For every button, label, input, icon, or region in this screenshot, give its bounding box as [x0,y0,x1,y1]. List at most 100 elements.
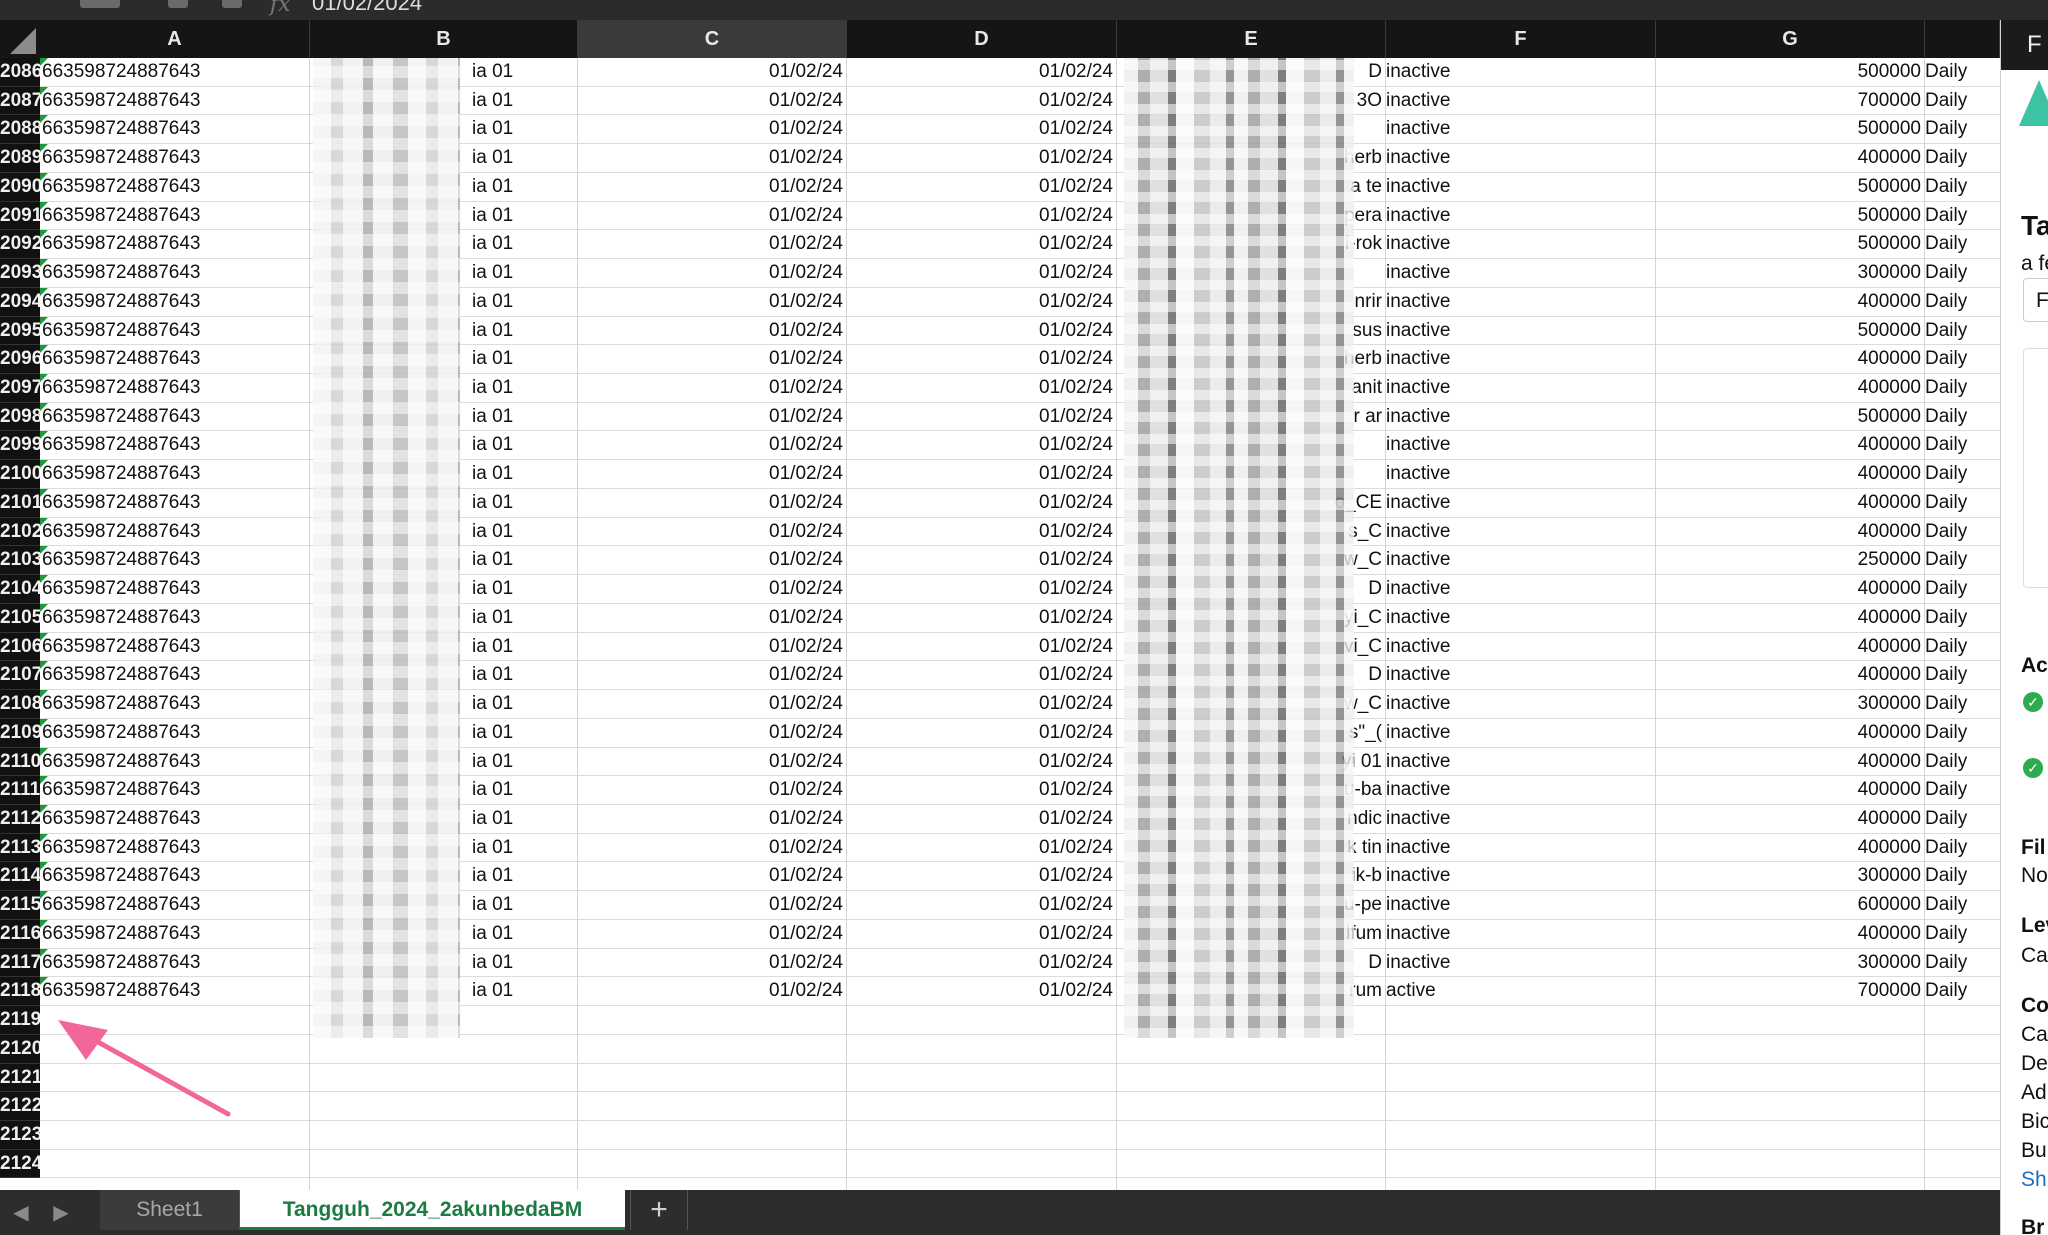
cell-d[interactable]: 01/02/24 [847,317,1117,345]
cell-d[interactable]: 01/02/24 [847,604,1117,632]
pane-field[interactable]: F [2023,278,2048,322]
cell-h[interactable]: Daily [1925,288,2000,316]
cell-h[interactable]: Daily [1925,633,2000,661]
cell-h[interactable]: Daily [1925,891,2000,919]
cell-b[interactable]: ia 01 [472,345,578,373]
cell-g[interactable] [1656,1092,1925,1120]
cell-c[interactable]: 01/02/24 [578,719,847,747]
cell-g[interactable]: 400000 [1656,345,1925,373]
cell-f[interactable]: inactive [1386,489,1656,517]
cell-g[interactable]: 400000 [1656,748,1925,776]
cell-g[interactable]: 500000 [1656,230,1925,258]
cell-b[interactable]: ia 01 [472,776,578,804]
cell-g[interactable]: 400000 [1656,719,1925,747]
cell-c[interactable]: 01/02/24 [578,317,847,345]
cell-f[interactable]: inactive [1386,920,1656,948]
cell-c[interactable]: 01/02/24 [578,403,847,431]
cell-c[interactable] [578,1006,847,1034]
cell-b[interactable]: ia 01 [472,920,578,948]
cell-b[interactable]: ia 01 [472,173,578,201]
column-header-g[interactable]: G [1656,20,1925,58]
cell-c[interactable]: 01/02/24 [578,489,847,517]
cell-g[interactable] [1656,1035,1925,1063]
cell-d[interactable]: 01/02/24 [847,403,1117,431]
cell-f[interactable]: inactive [1386,949,1656,977]
cell-f[interactable]: inactive [1386,58,1656,86]
cell-b[interactable]: ia 01 [472,546,578,574]
cell-g[interactable]: 400000 [1656,460,1925,488]
cell-g[interactable]: 400000 [1656,575,1925,603]
cell-c[interactable]: 01/02/24 [578,173,847,201]
cell-c[interactable]: 01/02/24 [578,259,847,287]
cell-g[interactable]: 400000 [1656,834,1925,862]
cell-g[interactable]: 300000 [1656,862,1925,890]
tab-sheet1[interactable]: Sheet1 [100,1190,240,1230]
cell-f[interactable]: inactive [1386,862,1656,890]
cell-e[interactable] [1300,1092,1386,1120]
cell-h[interactable]: Daily [1925,460,2000,488]
cell-c[interactable]: 01/02/24 [578,604,847,632]
cell-d[interactable]: 01/02/24 [847,633,1117,661]
cell-h[interactable]: Daily [1925,230,2000,258]
cell-f[interactable]: inactive [1386,575,1656,603]
cell-h[interactable]: Daily [1925,546,2000,574]
cell-c[interactable]: 01/02/24 [578,748,847,776]
cell-b[interactable]: ia 01 [472,87,578,115]
cell-f[interactable]: inactive [1386,374,1656,402]
cell-h[interactable]: Daily [1925,776,2000,804]
cell-c[interactable]: 01/02/24 [578,690,847,718]
cell-d[interactable] [847,1064,1117,1092]
cell-h[interactable]: Daily [1925,173,2000,201]
cell-g[interactable]: 400000 [1656,518,1925,546]
cell-b[interactable]: ia 01 [472,115,578,143]
cell-d[interactable]: 01/02/24 [847,202,1117,230]
cell-b[interactable]: ia 01 [472,259,578,287]
cell-d[interactable]: 01/02/24 [847,748,1117,776]
cell-f[interactable]: inactive [1386,460,1656,488]
cell-b[interactable]: ia 01 [472,977,578,1005]
cell-g[interactable]: 400000 [1656,604,1925,632]
cell-c[interactable]: 01/02/24 [578,546,847,574]
cell-h[interactable]: Daily [1925,719,2000,747]
cell-h[interactable]: Daily [1925,259,2000,287]
cell-d[interactable]: 01/02/24 [847,805,1117,833]
cell-d[interactable]: 01/02/24 [847,977,1117,1005]
cell-h[interactable] [1925,1150,2000,1178]
cell-e[interactable] [1300,1150,1386,1178]
cell-b[interactable]: ia 01 [472,317,578,345]
cell-g[interactable]: 300000 [1656,949,1925,977]
cell-f[interactable] [1386,1006,1656,1034]
cell-g[interactable]: 400000 [1656,489,1925,517]
cell-f[interactable]: inactive [1386,518,1656,546]
cell-c[interactable]: 01/02/24 [578,431,847,459]
cell-c[interactable]: 01/02/24 [578,345,847,373]
cell-d[interactable] [847,1035,1117,1063]
cell-h[interactable]: Daily [1925,144,2000,172]
cell-g[interactable]: 400000 [1656,431,1925,459]
cell-f[interactable]: inactive [1386,403,1656,431]
cell-g[interactable]: 400000 [1656,288,1925,316]
cell-g[interactable]: 500000 [1656,173,1925,201]
cell-f[interactable]: inactive [1386,834,1656,862]
cell-d[interactable]: 01/02/24 [847,661,1117,689]
cell-h[interactable]: Daily [1925,374,2000,402]
cell-c[interactable]: 01/02/24 [578,661,847,689]
cell-g[interactable]: 700000 [1656,977,1925,1005]
cell-b[interactable]: ia 01 [472,230,578,258]
cell-c[interactable]: 01/02/24 [578,920,847,948]
cell-f[interactable]: inactive [1386,202,1656,230]
cell-h[interactable]: Daily [1925,977,2000,1005]
cell-c[interactable]: 01/02/24 [578,949,847,977]
column-header-e[interactable]: E [1117,20,1386,58]
cell-f[interactable]: inactive [1386,144,1656,172]
cell-b[interactable]: ia 01 [472,460,578,488]
cell-b[interactable]: ia 01 [472,288,578,316]
cell-b[interactable]: ia 01 [472,518,578,546]
column-header-f[interactable]: F [1386,20,1656,58]
cell-c[interactable]: 01/02/24 [578,633,847,661]
cell-h[interactable] [1925,1121,2000,1149]
cell-e[interactable] [1300,1121,1386,1149]
cell-b[interactable]: ia 01 [472,891,578,919]
cell-h[interactable]: Daily [1925,345,2000,373]
cell-b[interactable]: ia 01 [472,431,578,459]
